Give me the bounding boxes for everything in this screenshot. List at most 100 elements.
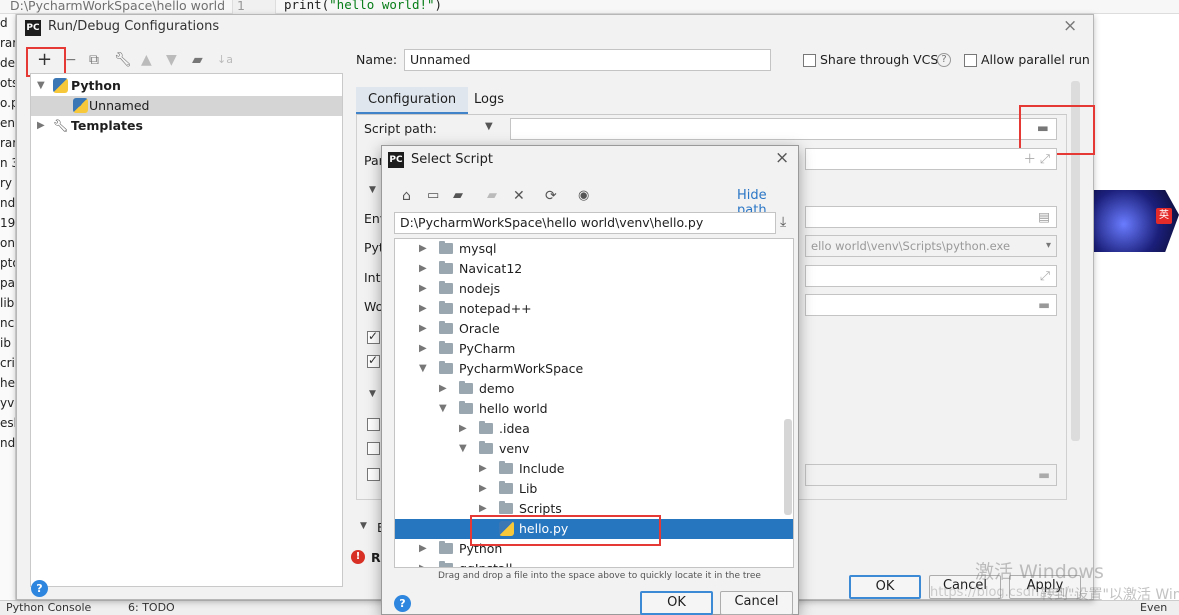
chevron-down-icon[interactable]: ▼ <box>439 399 447 419</box>
arrow-up-icon[interactable]: ▲ <box>141 51 152 69</box>
project-tree-fragment[interactable]: crip <box>0 356 15 370</box>
project-tree-fragment[interactable]: nclu <box>0 316 15 330</box>
add-configuration-button[interactable]: + <box>37 51 52 69</box>
close-icon[interactable]: × <box>775 148 789 168</box>
folder-item[interactable]: ▼ venv <box>395 439 793 459</box>
project-tree-fragment[interactable]: ry 9 <box>0 176 15 190</box>
tree-item-templates[interactable]: ▶ 🔧︎ Templates <box>31 116 342 136</box>
select-ok-button[interactable]: OK <box>640 591 713 615</box>
arrow-down-icon[interactable]: ▼ <box>166 51 177 69</box>
help-question-icon[interactable]: ? <box>937 53 951 67</box>
tree-item-unnamed[interactable]: Unnamed <box>31 96 342 116</box>
project-tree-fragment[interactable]: pac <box>0 276 15 290</box>
folder-item[interactable]: ▶ nodejs <box>395 279 793 299</box>
interpreter-options-field[interactable]: ⤢ <box>805 265 1057 287</box>
wrench-icon[interactable]: 🔧︎ <box>114 51 132 69</box>
chevron-right-icon[interactable]: ▶ <box>419 319 427 339</box>
chevron-down-icon[interactable]: ▼ <box>419 359 427 379</box>
project-tree-fragment[interactable]: ib <box>0 336 11 350</box>
interpreter-select[interactable]: ello world\venv\Scripts\python.exe ▾ <box>805 235 1057 257</box>
folder-item[interactable]: ▼ hello world <box>395 399 793 419</box>
chevron-right-icon[interactable]: ▶ <box>459 419 467 439</box>
project-tree-fragment[interactable]: hello <box>0 376 15 390</box>
home-icon[interactable]: ⌂ <box>402 188 411 204</box>
project-tree-fragment[interactable]: eshc <box>0 416 15 430</box>
chevron-right-icon[interactable]: ▶ <box>419 539 427 559</box>
tab-logs[interactable]: Logs <box>462 87 516 115</box>
ime-badge[interactable]: 英 <box>1156 208 1172 224</box>
chevron-down-icon[interactable]: ▼ <box>459 439 467 459</box>
folder-item[interactable]: ▶ Oracle <box>395 319 793 339</box>
ok-button[interactable]: OK <box>849 575 921 599</box>
project-tree-fragment[interactable]: de <box>0 56 15 70</box>
option-checkbox-5[interactable] <box>367 468 380 481</box>
chevron-right-icon[interactable]: ▶ <box>419 299 427 319</box>
project-tree-fragment[interactable]: 19.0 <box>0 216 15 230</box>
path-field[interactable]: D:\PycharmWorkSpace\hello world\venv\hel… <box>394 212 776 234</box>
folder-item[interactable]: ▶ Include <box>395 459 793 479</box>
show-hidden-icon[interactable]: ◉ <box>578 188 589 203</box>
chevron-right-icon[interactable]: ▶ <box>419 339 427 359</box>
project-tree-fragment[interactable]: on <box>0 236 15 250</box>
desktop-icon[interactable]: ▭ <box>427 188 439 203</box>
project-tree-fragment[interactable]: yve <box>0 396 15 410</box>
project-tree-fragment[interactable]: nde <box>0 196 15 210</box>
folder-item[interactable]: ▶ demo <box>395 379 793 399</box>
close-icon[interactable]: × <box>1063 16 1077 36</box>
share-vcs-checkbox[interactable] <box>803 54 816 67</box>
chevron-right-icon[interactable]: ▶ <box>419 239 427 259</box>
tab-configuration[interactable]: Configuration <box>356 87 469 115</box>
folder-item[interactable]: ▶ qqInstall <box>395 559 793 567</box>
python-console-tab[interactable]: Python Console <box>6 601 91 614</box>
option-checkbox-2[interactable] <box>367 353 380 368</box>
chevron-right-icon[interactable]: ▶ <box>419 559 427 567</box>
folder-item[interactable]: ▶ Navicat12 <box>395 259 793 279</box>
chevron-right-icon[interactable]: ▶ <box>37 116 45 136</box>
tree-item-python[interactable]: ▼ Python <box>31 76 342 96</box>
copy-icon[interactable]: ⧉ <box>89 51 99 69</box>
chevron-down-icon[interactable]: ▼ <box>369 185 376 195</box>
folder-item[interactable]: ▶ mysql <box>395 239 793 259</box>
chevron-right-icon[interactable]: ▶ <box>479 479 487 499</box>
project-tree-fragment[interactable]: n 3 <box>0 156 15 170</box>
env-field[interactable]: ▤ <box>805 206 1057 228</box>
chevron-down-icon[interactable]: ▼ <box>360 521 367 531</box>
project-tree-fragment[interactable]: rar <box>0 36 15 50</box>
script-path-field[interactable] <box>510 118 1057 140</box>
project-folder-icon[interactable]: ▰ <box>453 188 463 203</box>
project-tree-fragment[interactable]: nd <box>0 436 15 450</box>
project-tree-fragment[interactable]: pto <box>0 256 15 270</box>
working-dir-field[interactable]: ▬ <box>805 294 1057 316</box>
file-tree-scrollbar[interactable] <box>784 419 792 515</box>
new-folder-icon[interactable]: ▰ <box>487 188 497 203</box>
project-tree-fragment[interactable]: rar <box>0 136 15 150</box>
folder-item[interactable]: ▶ PyCharm <box>395 339 793 359</box>
option-checkbox-4[interactable] <box>367 442 380 455</box>
project-tree-fragment[interactable]: o.py <box>0 96 15 110</box>
project-tree-fragment[interactable]: lib <box>0 296 14 310</box>
parameters-field[interactable]: ＋ ⤢ <box>805 148 1057 170</box>
sort-icon[interactable]: ↓a <box>217 51 233 69</box>
chevron-down-icon[interactable]: ▼ <box>37 76 45 96</box>
allow-parallel-checkbox[interactable] <box>964 54 977 67</box>
help-icon[interactable]: ? <box>31 580 48 597</box>
chevron-right-icon[interactable]: ▶ <box>419 279 427 299</box>
folder-item[interactable]: ▼ PycharmWorkSpace <box>395 359 793 379</box>
option-checkbox-3[interactable] <box>367 418 380 431</box>
download-icon[interactable]: ⤓ <box>780 214 786 230</box>
chevron-down-icon[interactable]: ▼ <box>369 389 376 399</box>
chevron-right-icon[interactable]: ▶ <box>439 379 447 399</box>
project-tree-fragment[interactable]: env. <box>0 116 15 130</box>
remove-configuration-button[interactable]: − <box>65 51 77 69</box>
name-field[interactable]: Unnamed <box>404 49 771 71</box>
todo-tab[interactable]: 6: TODO <box>128 601 175 614</box>
project-tree-fragment[interactable]: d <box>0 16 8 30</box>
project-tree-fragment[interactable]: ots <box>0 76 15 90</box>
folder-item[interactable]: ▶ Lib <box>395 479 793 499</box>
help-icon[interactable]: ? <box>394 595 411 612</box>
delete-icon[interactable]: ✕ <box>513 188 525 204</box>
dropdown-arrow-icon[interactable]: ▼ <box>485 121 493 132</box>
folder-item[interactable]: ▶ notepad++ <box>395 299 793 319</box>
chevron-right-icon[interactable]: ▶ <box>419 259 427 279</box>
refresh-icon[interactable]: ⟳ <box>545 188 557 204</box>
